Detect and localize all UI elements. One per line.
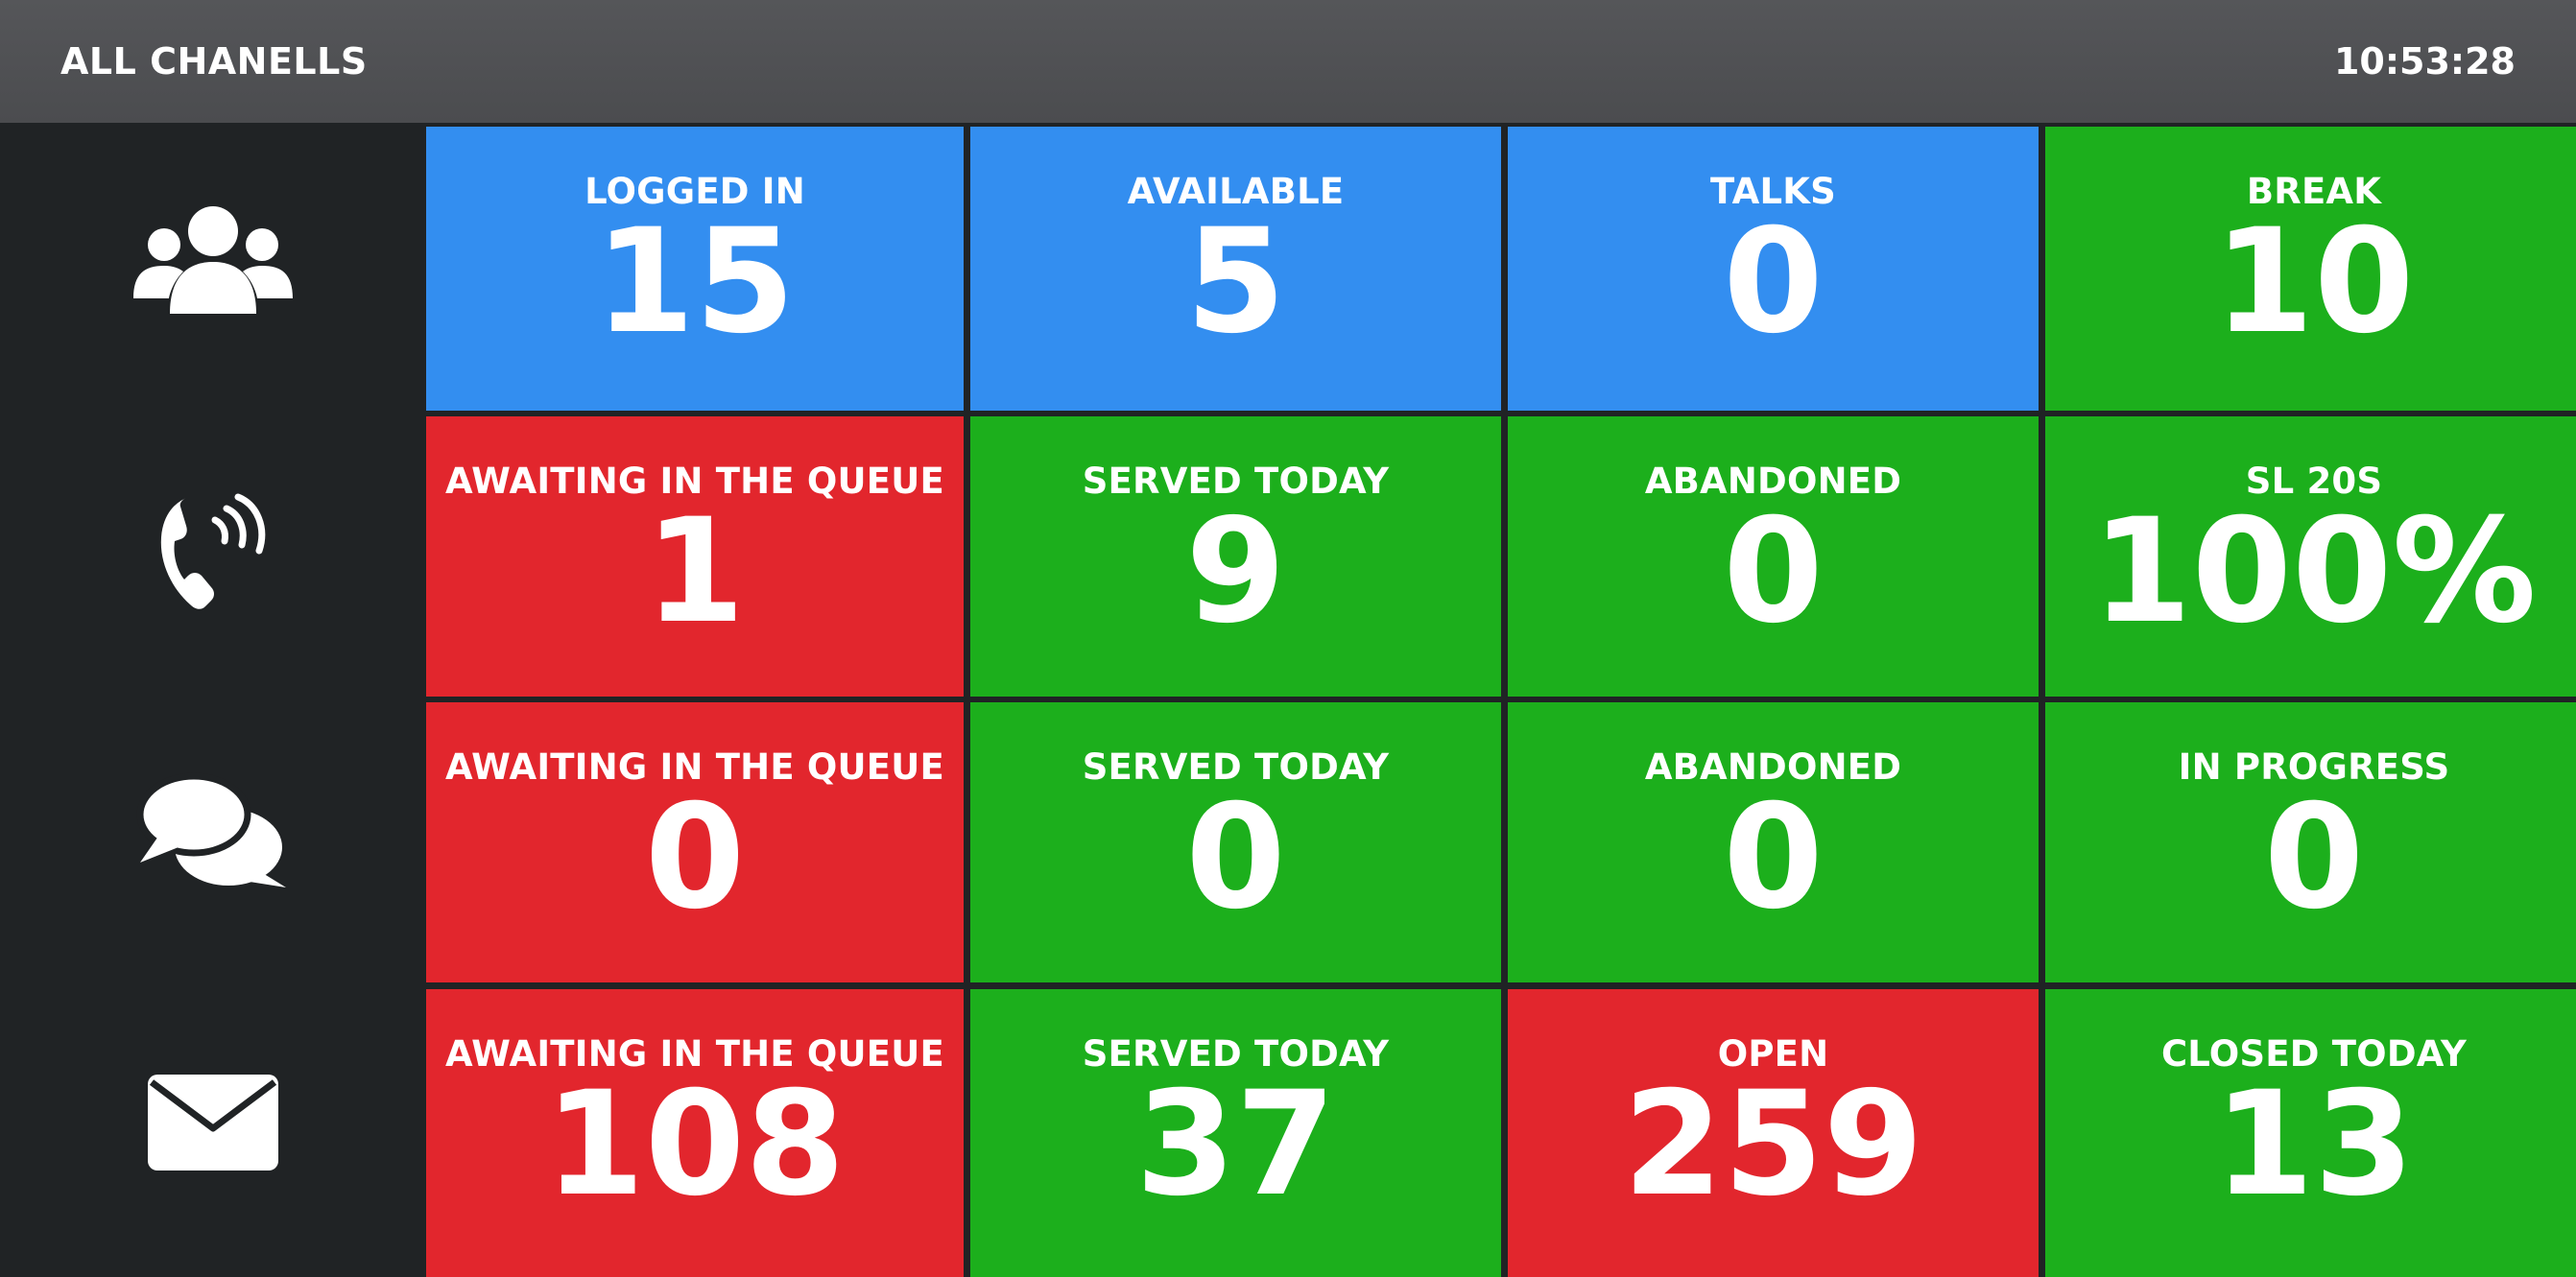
stat-value: 0 [644, 774, 746, 941]
users-icon [0, 184, 426, 338]
stat-value: 1 [644, 488, 746, 655]
page-title: ALL CHANELLS [60, 40, 368, 83]
stat-value: 9 [1185, 488, 1286, 655]
chat-icon [0, 756, 426, 910]
stat-tile: TALKS 0 [1508, 127, 2039, 411]
stats-grid: LOGGED IN 15 AVAILABLE 5 TALKS 0 BREAK 10 AWAITI… [426, 127, 2576, 1277]
stat-tile: AVAILABLE 5 [970, 127, 1501, 411]
stat-value: 0 [1723, 199, 1824, 366]
mail-icon [0, 1046, 426, 1199]
stat-tile: SERVED TODAY 0 [970, 702, 1501, 982]
stat-value: 10 [2213, 199, 2415, 366]
stat-tile: AWAITING IN THE QUEUE 0 [426, 702, 964, 982]
stat-value: 0 [2263, 774, 2365, 941]
stat-value: 37 [1135, 1061, 1336, 1228]
clock: 10:53:28 [2333, 40, 2516, 83]
stat-value: 108 [544, 1061, 846, 1228]
stat-tile: AWAITING IN THE QUEUE 1 [426, 416, 964, 697]
stat-value: 259 [1622, 1061, 1924, 1228]
stat-tile: AWAITING IN THE QUEUE 108 [426, 989, 964, 1277]
stat-tile: BREAK 10 [2045, 127, 2576, 411]
stat-tile: SERVED TODAY 37 [970, 989, 1501, 1277]
stat-tile: OPEN 259 [1508, 989, 2039, 1277]
phone-icon [0, 472, 426, 626]
stat-value: 5 [1185, 199, 1286, 366]
stat-tile: SL 20S 100% [2045, 416, 2576, 697]
stat-tile: IN PROGRESS 0 [2045, 702, 2576, 982]
stat-value: 100% [2091, 488, 2537, 655]
sidebar [0, 123, 426, 1265]
stat-value: 0 [1723, 774, 1824, 941]
stat-tile: SERVED TODAY 9 [970, 416, 1501, 697]
stat-tile: ABANDONED 0 [1508, 416, 2039, 697]
stat-value: 15 [594, 199, 796, 366]
header-bar: ALL CHANELLS 10:53:28 [0, 0, 2576, 123]
stat-value: 0 [1185, 774, 1286, 941]
stat-value: 13 [2213, 1061, 2415, 1228]
stat-tile: LOGGED IN 15 [426, 127, 964, 411]
stat-tile: ABANDONED 0 [1508, 702, 2039, 982]
stat-tile: CLOSED TODAY 13 [2045, 989, 2576, 1277]
stat-value: 0 [1723, 488, 1824, 655]
